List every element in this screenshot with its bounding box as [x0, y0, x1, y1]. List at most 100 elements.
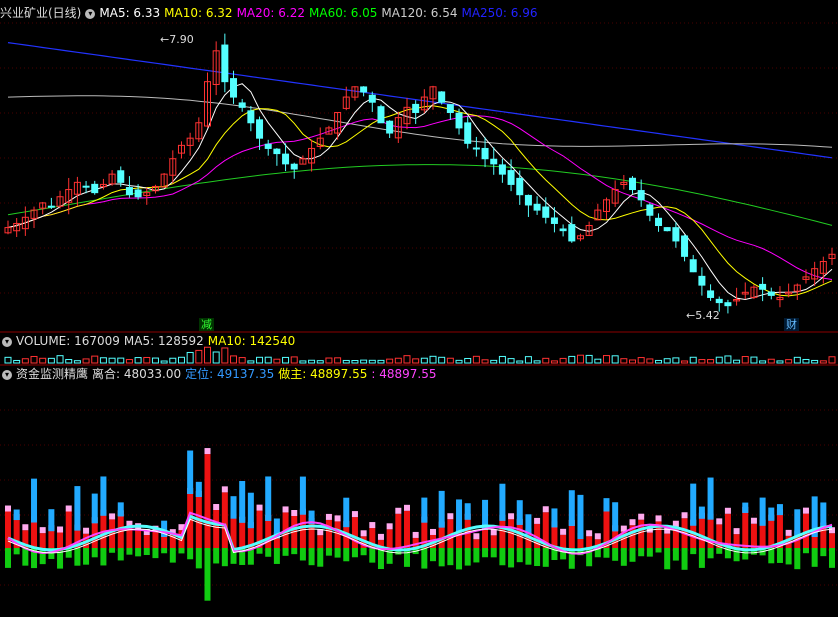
candle-body [117, 170, 125, 183]
indicator-green-bar [794, 548, 801, 570]
indicator-red-bar [768, 520, 775, 548]
indicator-blue-bar [195, 481, 202, 497]
indicator-blue-bar [247, 492, 254, 529]
volume-bar [151, 357, 159, 364]
indicator-red-bar [57, 532, 64, 548]
indicator-blue-bar [516, 500, 523, 525]
indicator-pink-cap [213, 504, 220, 511]
indicator-green-bar [187, 548, 194, 560]
candle-body [455, 112, 463, 129]
indicator-green-bar [13, 548, 20, 555]
indicator-blue-bar [776, 504, 783, 516]
indicator-red-bar [273, 538, 280, 548]
indicator-pink-cap [386, 523, 393, 530]
indicator-green-bar [100, 548, 107, 566]
indicator-green-bar [499, 548, 506, 566]
volume-bar [672, 357, 680, 364]
indicator-blue-bar [31, 478, 38, 523]
candle-body [507, 170, 515, 185]
indicator-green-bar [508, 548, 515, 568]
candle-body [637, 190, 645, 201]
indicator-blue-bar [230, 496, 237, 519]
volume-bar [542, 357, 550, 364]
volume-bar [99, 357, 107, 364]
indicator-pink-cap [221, 486, 228, 493]
indicator-pink-cap [508, 513, 515, 520]
indicator-green-bar [308, 548, 315, 566]
indicator-red-bar [152, 531, 159, 548]
candle-body [256, 119, 264, 139]
indicator-red-bar [48, 531, 55, 548]
volume-bar [646, 358, 654, 364]
indicator-pink-cap [447, 513, 454, 520]
indicator-blue-bar [707, 477, 714, 520]
volume-bar [750, 356, 758, 364]
volume-bar [516, 360, 524, 364]
volume-bar [143, 356, 151, 364]
indicator-pink-cap [542, 506, 549, 513]
volume-bar [394, 357, 402, 364]
indicator-red-bar [473, 539, 480, 548]
indicator-green-bar [646, 548, 653, 557]
ma250-line [7, 42, 833, 159]
indicator-green-bar [447, 548, 454, 566]
candle-body [282, 153, 290, 165]
indicator-green-bar [776, 548, 783, 563]
indicator-blue-bar [794, 509, 801, 537]
candle-body [646, 204, 654, 216]
volume-bar [177, 356, 185, 364]
event-tag-finance[interactable]: 财 [784, 318, 799, 331]
indicator-pink-cap [22, 524, 29, 531]
volume-bar [507, 358, 515, 364]
candle-body [559, 228, 567, 232]
candle-body [629, 177, 637, 191]
indicator-green-bar [334, 548, 341, 558]
indicator-green-bar [620, 548, 627, 566]
volume-bar [637, 357, 645, 364]
volume-bar [299, 360, 307, 364]
indicator-settings-icon[interactable]: ▾ [2, 369, 12, 380]
volume-bar [134, 357, 142, 364]
candle-body [481, 147, 489, 160]
candle-body [498, 164, 506, 175]
volume-bar [715, 356, 723, 364]
volume-bar [446, 357, 454, 364]
indicator-pink-cap [256, 504, 263, 511]
settings-icon[interactable]: ▾ [85, 8, 96, 19]
volume-bar [91, 355, 99, 364]
volume-bar [524, 356, 532, 364]
indicator-header: ▾ 资金监测精鹰 离合: 48033.00 定位: 49137.35 做主: 48897… [0, 366, 441, 382]
volume-bar [160, 360, 168, 364]
indicator-blue-bar [187, 450, 194, 494]
indicator-blue-bar [603, 498, 610, 512]
indicator-blue-bar [438, 490, 445, 528]
volume-bar [767, 358, 775, 364]
candle-body [524, 194, 532, 206]
low-price-label: ←5.42 [686, 309, 720, 322]
volume-bar [73, 360, 81, 364]
event-tag-reduce[interactable]: 减 [199, 318, 214, 331]
high-price-label: ←7.90 [160, 33, 194, 46]
indicator-green-bar [5, 548, 11, 568]
indicator-green-bar [638, 548, 645, 557]
candle-body [125, 187, 133, 196]
volume-bar [403, 355, 411, 364]
volume-bar [438, 356, 446, 364]
volume-bar [386, 358, 394, 364]
candle-body [91, 183, 99, 194]
indicator-red-bar [213, 510, 220, 548]
candle-body [707, 290, 715, 298]
indicator-green-bar [534, 548, 541, 567]
indicator-red-bar [395, 513, 402, 548]
indicator-pink-cap [716, 518, 723, 525]
volume-bar [620, 358, 628, 364]
volume-bar [533, 360, 541, 364]
indicator-blue-bar [48, 509, 55, 532]
indicator-green-bar [351, 548, 358, 558]
volume-settings-icon[interactable]: ▾ [2, 336, 12, 347]
indicator-red-bar [646, 532, 653, 548]
volume-header: ▾ VOLUME: 167009 MA5: 128592 MA10: 142540 [0, 333, 299, 349]
volume-bar [334, 357, 342, 364]
indicator-pink-cap [430, 528, 437, 535]
volume-bar [429, 355, 437, 364]
